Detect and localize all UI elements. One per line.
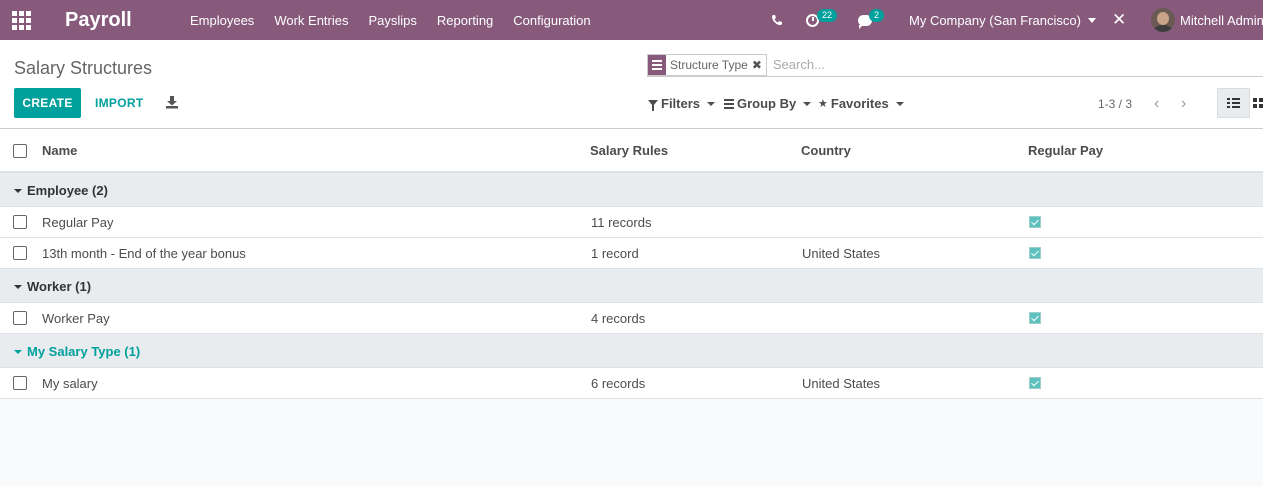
top-navbar: Payroll Employees Work Entries Payslips … xyxy=(0,0,1263,40)
company-name: My Company (San Francisco) xyxy=(909,12,1081,28)
caret-down-icon xyxy=(14,188,22,193)
table-row[interactable]: Regular Pay 11 records xyxy=(0,207,1263,238)
star-icon: ★ xyxy=(818,98,828,110)
menu-work-entries[interactable]: Work Entries xyxy=(264,13,358,28)
menu-reporting[interactable]: Reporting xyxy=(427,13,503,28)
user-name: Mitchell Admin xyxy=(1180,12,1263,28)
cell-name: Regular Pay xyxy=(42,215,114,230)
search-bar: Structure Type ✖ xyxy=(647,53,1263,77)
debug-tools-icon[interactable]: ✕ xyxy=(1112,0,1126,40)
column-name[interactable]: Name xyxy=(42,143,77,158)
caret-down-icon xyxy=(14,349,22,354)
caret-down-icon xyxy=(895,101,904,106)
control-panel: Salary Structures Structure Type ✖ CREAT… xyxy=(0,40,1263,129)
caret-down-icon xyxy=(14,284,22,289)
group-header: My Salary Type (1) xyxy=(14,344,140,359)
group-header: Worker (1) xyxy=(14,279,91,294)
group-row[interactable]: Employee (2) xyxy=(0,173,1263,207)
regular-pay-checkbox xyxy=(1029,216,1041,228)
menu-employees[interactable]: Employees xyxy=(180,13,264,28)
regular-pay-checkbox xyxy=(1029,247,1041,259)
list-view-button[interactable] xyxy=(1217,88,1250,118)
row-checkbox[interactable] xyxy=(13,311,27,325)
download-icon[interactable] xyxy=(165,95,179,109)
caret-down-icon xyxy=(707,101,716,106)
group-label: My Salary Type (1) xyxy=(27,344,141,359)
bars-icon xyxy=(724,98,734,109)
message-count-badge: 2 xyxy=(869,9,885,22)
facet-label: Structure Type xyxy=(670,57,748,72)
regular-pay-checkbox xyxy=(1029,312,1041,324)
group-label: Worker (1) xyxy=(27,279,92,294)
filters-dropdown[interactable]: Filters xyxy=(648,96,716,111)
cell-name: 13th month - End of the year bonus xyxy=(42,246,246,261)
column-salary-rules[interactable]: Salary Rules xyxy=(590,143,668,158)
user-menu[interactable]: Mitchell Admin xyxy=(1151,0,1263,40)
search-facet[interactable]: Structure Type ✖ xyxy=(647,53,767,76)
group-by-dropdown[interactable]: Group By xyxy=(724,96,812,111)
group-label: Employee (2) xyxy=(27,183,108,198)
table-row[interactable]: Worker Pay 4 records xyxy=(0,303,1263,334)
row-checkbox[interactable] xyxy=(13,246,27,260)
cell-salary-rules: 11 records xyxy=(591,215,652,230)
remove-facet-icon[interactable]: ✖ xyxy=(752,55,766,75)
main-menu: Employees Work Entries Payslips Reportin… xyxy=(180,0,601,40)
pager-next-icon[interactable]: › xyxy=(1181,95,1186,113)
activity-count-badge: 22 xyxy=(817,9,838,22)
row-checkbox[interactable] xyxy=(13,376,27,390)
table-row[interactable]: 13th month - End of the year bonus 1 rec… xyxy=(0,238,1263,269)
import-button[interactable]: IMPORT xyxy=(88,88,150,118)
list-table: Name Salary Rules Country Regular Pay Em… xyxy=(0,129,1263,399)
search-input[interactable] xyxy=(772,57,1173,72)
cell-salary-rules: 1 record xyxy=(591,246,639,261)
row-checkbox[interactable] xyxy=(13,215,27,229)
filters-label: Filters xyxy=(661,96,701,111)
group-row[interactable]: My Salary Type (1) xyxy=(0,334,1263,368)
caret-down-icon xyxy=(803,101,812,106)
create-button[interactable]: CREATE xyxy=(14,88,81,118)
cell-name: My salary xyxy=(42,376,98,391)
kanban-view-button[interactable] xyxy=(1253,88,1263,118)
menu-payslips[interactable]: Payslips xyxy=(358,13,426,28)
activity-menu[interactable]: 22 xyxy=(806,0,838,40)
column-country[interactable]: Country xyxy=(801,143,851,158)
pager-previous-icon[interactable]: ‹ xyxy=(1154,95,1159,113)
messaging-menu[interactable]: 2 xyxy=(858,0,885,40)
select-all-checkbox[interactable] xyxy=(13,144,27,158)
favorites-dropdown[interactable]: ★ Favorites xyxy=(818,96,904,111)
menu-configuration[interactable]: Configuration xyxy=(503,13,600,28)
filter-icon xyxy=(648,99,658,111)
favorites-label: Favorites xyxy=(830,96,889,111)
page-title[interactable]: Salary Structures xyxy=(14,58,152,79)
pager-value[interactable]: 1-3 / 3 xyxy=(1098,97,1132,111)
app-brand[interactable]: Payroll xyxy=(65,0,132,40)
caret-down-icon xyxy=(1087,17,1096,23)
column-regular-pay[interactable]: Regular Pay xyxy=(1028,143,1103,158)
kanban-icon xyxy=(1253,98,1263,108)
cell-salary-rules: 6 records xyxy=(591,376,646,391)
regular-pay-checkbox xyxy=(1029,377,1041,389)
cell-country: United States xyxy=(802,376,881,391)
group-header: Employee (2) xyxy=(14,183,108,198)
company-switcher[interactable]: My Company (San Francisco) xyxy=(909,0,1096,40)
avatar xyxy=(1151,8,1175,32)
group-by-icon xyxy=(648,54,666,75)
group-by-label: Group By xyxy=(737,96,797,111)
table-header: Name Salary Rules Country Regular Pay xyxy=(0,129,1263,173)
group-row[interactable]: Worker (1) xyxy=(0,269,1263,303)
phone-icon[interactable] xyxy=(771,0,783,40)
cell-salary-rules: 4 records xyxy=(591,311,646,326)
cell-country: United States xyxy=(802,246,881,261)
apps-menu-icon[interactable] xyxy=(12,0,34,40)
cell-name: Worker Pay xyxy=(42,311,110,326)
list-icon xyxy=(1227,98,1240,108)
table-row[interactable]: My salary 6 records United States xyxy=(0,368,1263,399)
